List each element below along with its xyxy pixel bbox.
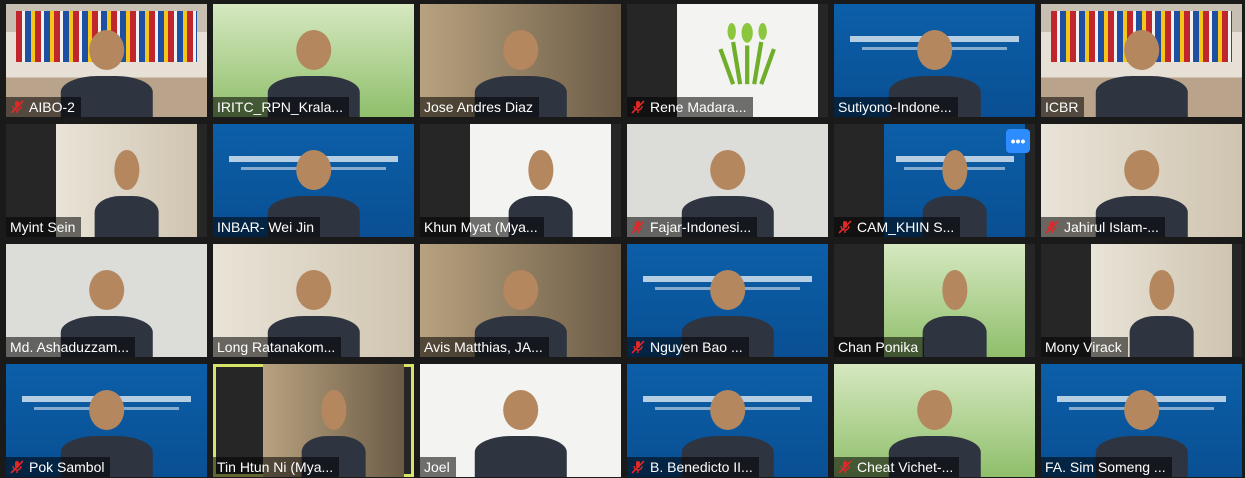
participant-nametag: ICBR bbox=[1041, 97, 1085, 117]
participant-tile[interactable]: ICBR bbox=[1041, 4, 1242, 117]
participant-nametag: CAM_KHIN S... bbox=[834, 217, 961, 237]
participant-nametag: AIBO-2 bbox=[6, 97, 81, 117]
participant-name: Jahirul Islam-... bbox=[1064, 219, 1159, 235]
participant-name: Khun Myat (Mya... bbox=[424, 219, 538, 235]
participant-nametag: Khun Myat (Mya... bbox=[420, 217, 544, 237]
participant-tile[interactable]: Mony Virack bbox=[1041, 244, 1242, 357]
participant-name: Rene Madara... bbox=[650, 99, 747, 115]
participant-name: Md. Ashaduzzam... bbox=[10, 339, 130, 355]
participant-nametag: Md. Ashaduzzam... bbox=[6, 337, 136, 357]
participant-figure bbox=[1129, 267, 1194, 357]
participant-tile[interactable]: Chan Ponika bbox=[834, 244, 1035, 357]
participant-nametag: Myint Sein bbox=[6, 217, 82, 237]
participant-tile[interactable]: B. Benedicto II... bbox=[627, 364, 828, 477]
microphone-muted-icon bbox=[838, 460, 852, 474]
microphone-muted-icon bbox=[1045, 220, 1059, 234]
participant-tile[interactable]: Sutiyono-Indone... bbox=[834, 4, 1035, 117]
microphone-muted-icon bbox=[631, 220, 645, 234]
participant-nametag: Tin Htun Ni (Mya... bbox=[213, 457, 340, 477]
participant-name: Chan Ponika bbox=[838, 339, 919, 355]
participant-tile[interactable]: Fajar-Indonesi... bbox=[627, 124, 828, 237]
participant-tile[interactable]: Jahirul Islam-... bbox=[1041, 124, 1242, 237]
participant-tile[interactable]: Long Ratanakom... bbox=[213, 244, 414, 357]
participant-nametag: FA. Sim Someng ... bbox=[1041, 457, 1172, 477]
participant-name: Pok Sambol bbox=[29, 459, 105, 475]
participant-name: Avis Matthias, JA... bbox=[424, 339, 543, 355]
participant-name: Long Ratanakom... bbox=[217, 339, 336, 355]
participant-name: B. Benedicto II... bbox=[650, 459, 753, 475]
participant-name: FA. Sim Someng ... bbox=[1045, 459, 1166, 475]
participant-figure bbox=[922, 267, 987, 357]
participant-figure bbox=[474, 387, 567, 477]
participant-nametag: Nguyen Bao ... bbox=[627, 337, 749, 357]
participant-tile[interactable]: Tin Htun Ni (Mya... bbox=[213, 364, 414, 477]
microphone-muted-icon bbox=[10, 460, 24, 474]
participant-name: Joel bbox=[424, 459, 450, 475]
participant-tile[interactable]: Jose Andres Diaz bbox=[420, 4, 621, 117]
participant-nametag: Jahirul Islam-... bbox=[1041, 217, 1165, 237]
participant-name: AIBO-2 bbox=[29, 99, 75, 115]
microphone-muted-icon bbox=[10, 100, 24, 114]
microphone-muted-icon bbox=[631, 340, 645, 354]
participant-name: INBAR- Wei Jin bbox=[217, 219, 314, 235]
participant-figure bbox=[94, 147, 159, 237]
participant-nametag: Chan Ponika bbox=[834, 337, 925, 357]
participant-nametag: IRITC_RPN_Krala... bbox=[213, 97, 350, 117]
participant-nametag: Sutiyono-Indone... bbox=[834, 97, 958, 117]
participant-tile[interactable]: AIBO-2 bbox=[6, 4, 207, 117]
participant-nametag: INBAR- Wei Jin bbox=[213, 217, 320, 237]
participant-tile[interactable]: Nguyen Bao ... bbox=[627, 244, 828, 357]
participant-name: IRITC_RPN_Krala... bbox=[217, 99, 344, 115]
participant-tile[interactable]: CAM_KHIN S... ••• bbox=[834, 124, 1035, 237]
participant-name: Sutiyono-Indone... bbox=[838, 99, 952, 115]
participant-tile[interactable]: Khun Myat (Mya... bbox=[420, 124, 621, 237]
participant-tile[interactable]: Cheat Vichet-... bbox=[834, 364, 1035, 477]
participant-name: Fajar-Indonesi... bbox=[650, 219, 752, 235]
participant-tile[interactable]: Md. Ashaduzzam... bbox=[6, 244, 207, 357]
participant-name: Tin Htun Ni (Mya... bbox=[217, 459, 334, 475]
participant-tile[interactable]: FA. Sim Someng ... bbox=[1041, 364, 1242, 477]
participant-tile[interactable]: Avis Matthias, JA... bbox=[420, 244, 621, 357]
participant-nametag: Jose Andres Diaz bbox=[420, 97, 539, 117]
participant-nametag: Mony Virack bbox=[1041, 337, 1128, 357]
gallery-view: AIBO-2 IRITC_RPN_Krala... Jose Andres Diaz… bbox=[6, 4, 1242, 477]
participant-nametag: Avis Matthias, JA... bbox=[420, 337, 549, 357]
participant-nametag: Cheat Vichet-... bbox=[834, 457, 960, 477]
participant-nametag: Rene Madara... bbox=[627, 97, 753, 117]
participant-name: Nguyen Bao ... bbox=[650, 339, 743, 355]
participant-name: Jose Andres Diaz bbox=[424, 99, 533, 115]
participant-name: CAM_KHIN S... bbox=[857, 219, 955, 235]
participant-tile[interactable]: Pok Sambol bbox=[6, 364, 207, 477]
participant-nametag: Joel bbox=[420, 457, 456, 477]
microphone-muted-icon bbox=[631, 100, 645, 114]
participant-tile[interactable]: INBAR- Wei Jin bbox=[213, 124, 414, 237]
participant-name: Mony Virack bbox=[1045, 339, 1122, 355]
microphone-muted-icon bbox=[631, 460, 645, 474]
participant-nametag: B. Benedicto II... bbox=[627, 457, 759, 477]
participant-figure bbox=[1095, 27, 1188, 117]
participant-tile[interactable]: IRITC_RPN_Krala... bbox=[213, 4, 414, 117]
participant-nametag: Long Ratanakom... bbox=[213, 337, 342, 357]
microphone-muted-icon bbox=[838, 220, 852, 234]
participant-name: ICBR bbox=[1045, 99, 1079, 115]
participant-tile[interactable]: Joel bbox=[420, 364, 621, 477]
participant-name: Cheat Vichet-... bbox=[857, 459, 954, 475]
bamboo-logo bbox=[718, 23, 777, 85]
participant-nametag: Pok Sambol bbox=[6, 457, 111, 477]
participant-tile[interactable]: Rene Madara... bbox=[627, 4, 828, 117]
more-options-icon[interactable]: ••• bbox=[1006, 129, 1030, 153]
participant-tile[interactable]: Myint Sein bbox=[6, 124, 207, 237]
participant-nametag: Fajar-Indonesi... bbox=[627, 217, 758, 237]
participant-name: Myint Sein bbox=[10, 219, 76, 235]
